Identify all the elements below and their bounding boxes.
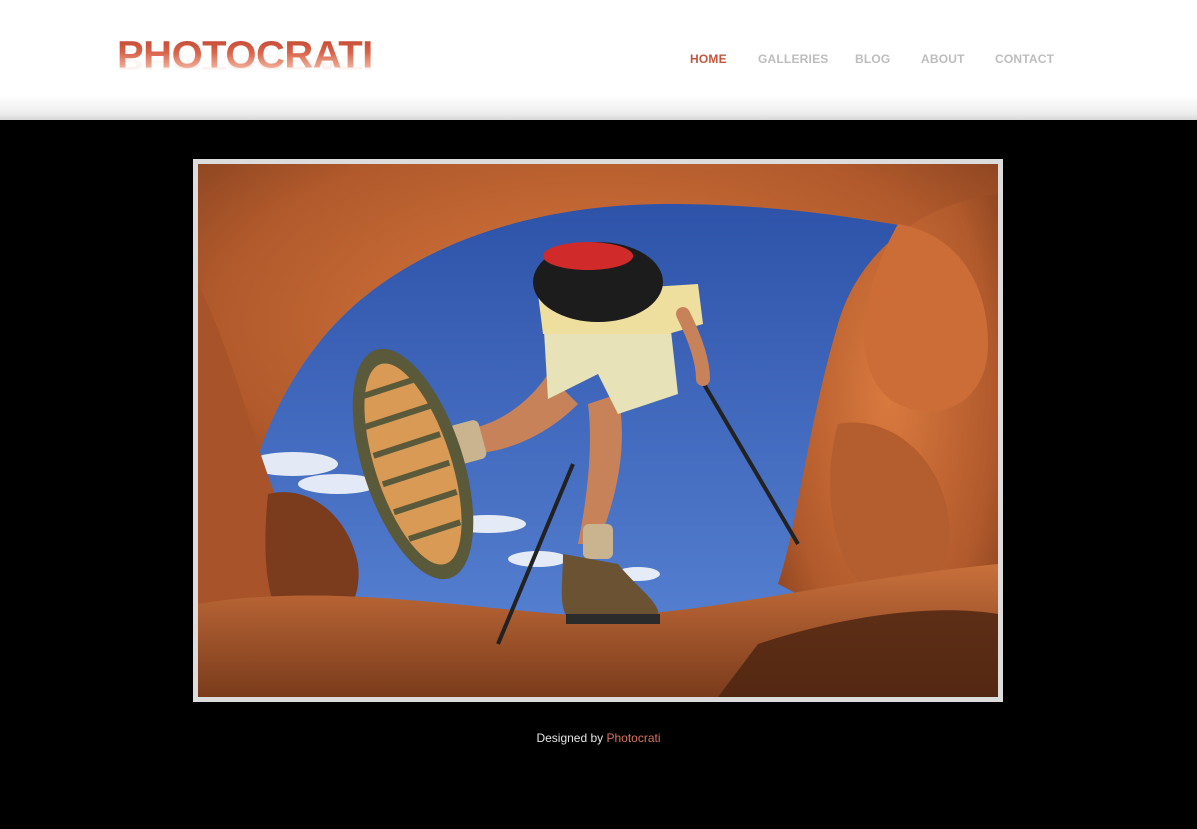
footer-credit-link[interactable]: Photocrati: [607, 731, 661, 745]
footer-credit-prefix: Designed by: [536, 731, 607, 745]
hero-photo-illustration: [198, 164, 998, 697]
nav-item-galleries[interactable]: GALLERIES: [758, 52, 828, 66]
main-nav: HOME GALLERIES BLOG ABOUT CONTACT: [0, 52, 1197, 68]
site-footer: Designed by Photocrati: [0, 731, 1197, 745]
nav-item-contact[interactable]: CONTACT: [995, 52, 1054, 66]
nav-item-about[interactable]: ABOUT: [921, 52, 965, 66]
nav-item-home[interactable]: HOME: [690, 52, 727, 66]
nav-item-blog[interactable]: BLOG: [855, 52, 890, 66]
site-header: PHOTOCRATI PHOTOCRATI HOME GALLERIES BLO…: [0, 0, 1197, 120]
hero-photo: [193, 159, 1003, 702]
